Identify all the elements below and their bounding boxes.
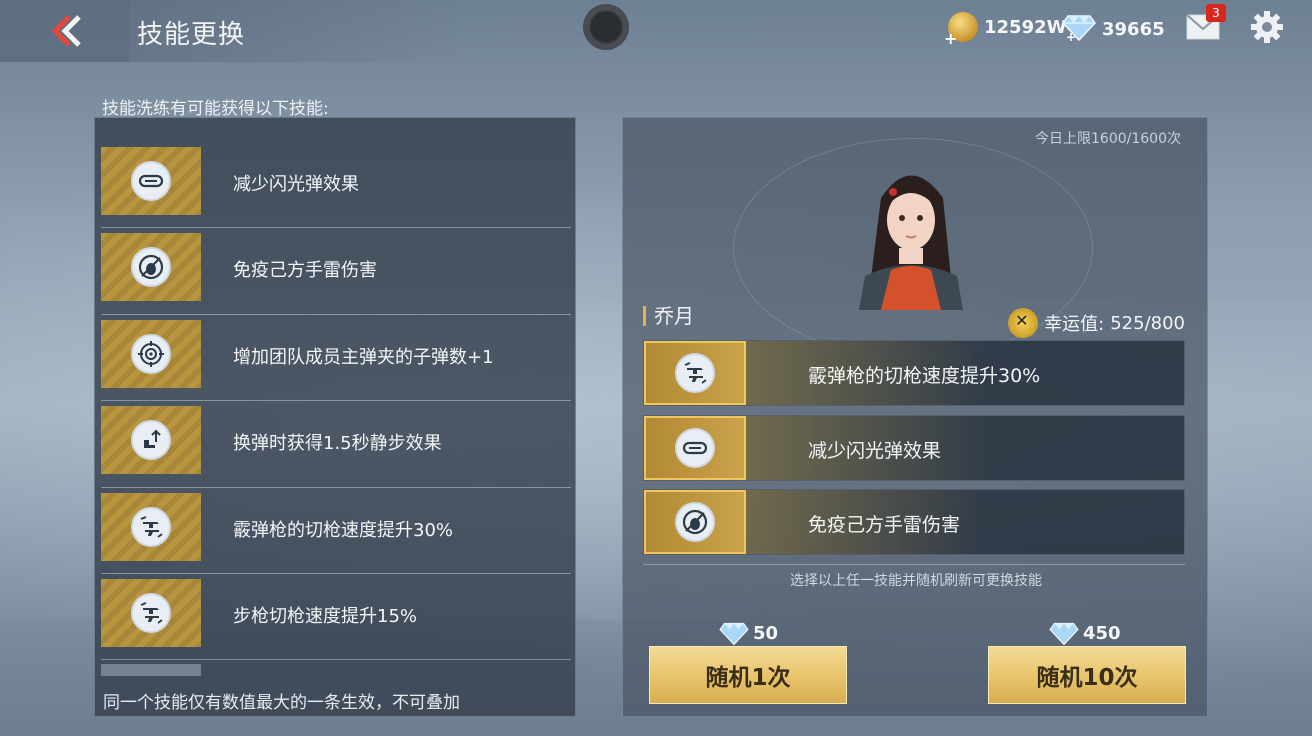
back-arrow-icon <box>51 15 81 47</box>
diamond-icon: + <box>1062 12 1096 47</box>
grenade-immune-icon <box>682 509 708 535</box>
gear-icon[interactable] <box>1250 10 1284 44</box>
goggles-icon <box>138 174 164 188</box>
list-item: 免疫己方手雷伤害 <box>101 228 571 315</box>
character-name: 乔月 <box>643 306 694 326</box>
skill-label: 霰弹枪的切枪速度提升30% <box>233 519 454 541</box>
list-scrollbar[interactable] <box>101 664 201 676</box>
list-item: 换弹时获得1.5秒静步效果 <box>101 401 571 488</box>
skill-reroll-panel: 今日上限1600/1600次 乔月 幸运值: 525/800 霰弹枪的切枪速度提… <box>622 117 1208 717</box>
list-item: 霰弹枪的切枪速度提升30% <box>101 488 571 574</box>
page-title: 技能更换 <box>137 20 246 50</box>
skill-pool-heading: 技能洗练有可能获得以下技能: <box>102 99 329 119</box>
reroll-10-cost: 450 <box>1049 620 1121 646</box>
weapon-swap-icon <box>140 515 163 538</box>
skill-label: 减少闪光弹效果 <box>233 174 359 195</box>
skill-label: 换弹时获得1.5秒静步效果 <box>233 433 442 455</box>
luck-label: 幸运值: <box>1044 314 1105 335</box>
current-skill-option[interactable]: 霰弹枪的切枪速度提升30% <box>643 340 1185 406</box>
gold-coin-icon <box>944 12 978 48</box>
skill-label: 增加团队成员主弹夹的子弹数+1 <box>233 346 494 368</box>
skill-stack-note: 同一个技能仅有数值最大的一条生效，不可叠加 <box>103 693 460 713</box>
reroll-hint: 选择以上任一技能并随机刷新可更换技能 <box>790 573 1042 589</box>
skill-label: 步枪切枪速度提升15% <box>233 605 418 627</box>
option-label: 霰弹枪的切枪速度提升30% <box>808 365 1041 387</box>
diamond-balance[interactable]: + 39665 <box>1062 12 1165 47</box>
diamond-icon <box>719 622 749 646</box>
crosshair-icon <box>138 340 164 367</box>
reroll-1-button[interactable]: 随机1次 <box>649 646 847 704</box>
skill-pool-list[interactable]: 减少闪光弹效果 免疫己方手雷伤害 增加团队成员主弹夹的子弹数+1 换弹时获得1.… <box>101 142 571 661</box>
option-label: 减少闪光弹效果 <box>808 440 942 462</box>
mail-badge: 3 <box>1206 4 1226 22</box>
list-item: 增加团队成员主弹夹的子弹数+1 <box>101 315 571 402</box>
diamond-amount: 39665 <box>1102 19 1165 40</box>
grenade-immune-icon <box>138 255 164 280</box>
luck-value: 幸运值: 525/800 <box>1008 308 1185 338</box>
luck-icon <box>1008 308 1039 338</box>
svg-text:+: + <box>1066 30 1076 42</box>
gold-balance[interactable]: 12592W <box>944 12 1067 48</box>
gold-amount: 12592W <box>984 16 1067 38</box>
weapon-swap-icon <box>684 362 707 384</box>
current-skill-option[interactable]: 免疫己方手雷伤害 <box>643 489 1185 555</box>
reroll-1-cost: 50 <box>719 620 778 646</box>
diamond-icon <box>1049 622 1079 646</box>
silent-step-icon <box>144 429 161 449</box>
luck-amount: 525/800 <box>1110 312 1185 334</box>
option-label: 免疫己方手雷伤害 <box>808 514 961 536</box>
top-bar: 技能更换 12592W + 39665 3 <box>0 0 1312 62</box>
list-item: 步枪切枪速度提升15% <box>101 574 571 661</box>
weapon-swap-icon <box>140 602 163 624</box>
skill-pool-panel: 减少闪光弹效果 免疫己方手雷伤害 增加团队成员主弹夹的子弹数+1 换弹时获得1.… <box>94 117 576 717</box>
back-button[interactable] <box>0 0 130 62</box>
skill-label: 免疫己方手雷伤害 <box>233 260 377 282</box>
camera-cutout <box>583 4 629 50</box>
current-skill-option[interactable]: 减少闪光弹效果 <box>643 415 1185 481</box>
reroll-10-button[interactable]: 随机10次 <box>988 646 1186 704</box>
goggles-icon <box>682 441 708 455</box>
list-item: 减少闪光弹效果 <box>101 142 571 229</box>
daily-limit: 今日上限1600/1600次 <box>1035 131 1181 147</box>
character-portrait <box>859 175 963 310</box>
